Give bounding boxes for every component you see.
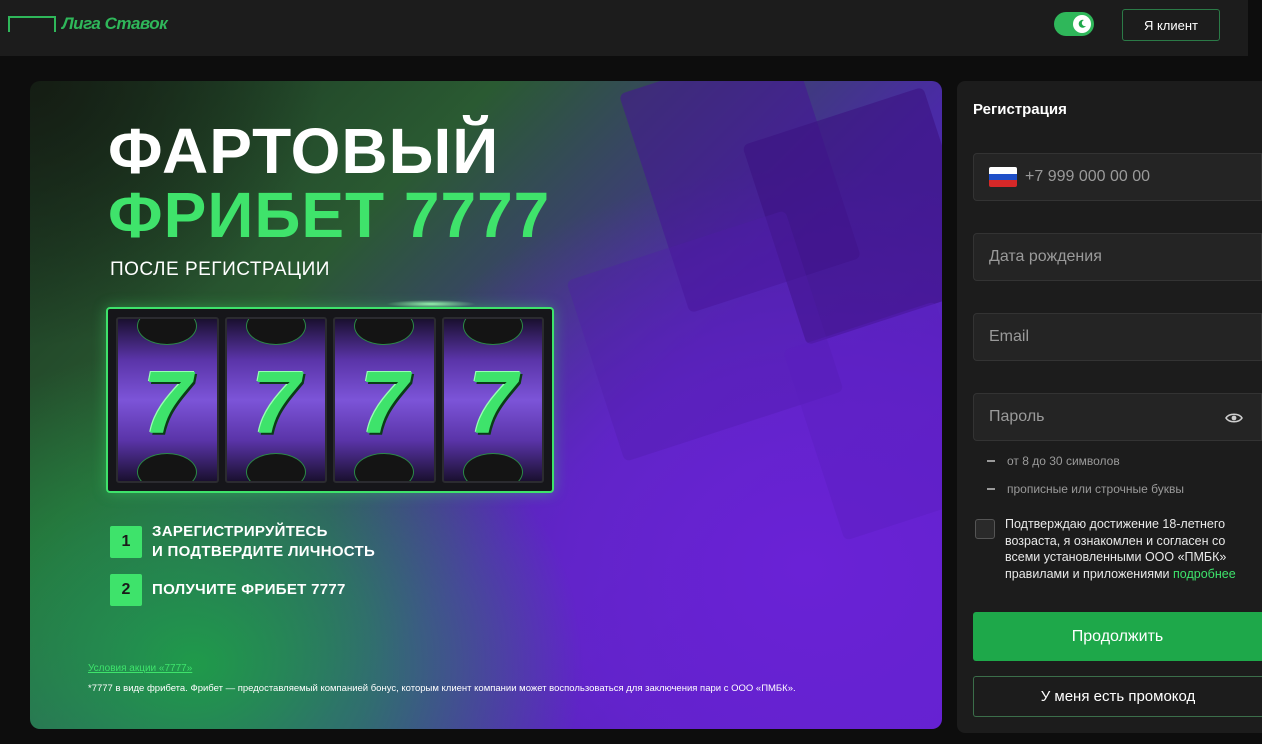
consent-checkbox[interactable] [975, 519, 995, 539]
slot-reel: 7 [333, 317, 436, 483]
reel-symbol: 7 [142, 353, 192, 452]
terms-link[interactable]: Условия акции «7777» [88, 663, 192, 674]
login-button[interactable]: Я клиент [1122, 9, 1220, 41]
step-number: 2 [110, 574, 142, 606]
moon-icon [1073, 15, 1091, 33]
ball-icon [137, 453, 198, 481]
reel-symbol: 7 [359, 353, 409, 452]
step-2: 2 ПОЛУЧИТЕ ФРИБЕТ 7777 [110, 574, 346, 606]
hint-text: прописные или строчные буквы [1007, 482, 1184, 496]
birthdate-placeholder: Дата рождения [989, 248, 1102, 265]
ball-icon [354, 453, 415, 481]
theme-toggle[interactable] [1054, 12, 1094, 36]
promo-code-button[interactable]: У меня есть промокод [973, 676, 1262, 717]
hint-text: от 8 до 30 символов [1007, 454, 1120, 468]
step-text-line: И ПОДТВЕРДИТЕ ЛИЧНОСТЬ [152, 543, 376, 560]
ball-icon [462, 319, 523, 345]
slot-reel: 7 [116, 317, 219, 483]
step-text-line: ЗАРЕГИСТРИРУЙТЕСЬ [152, 523, 328, 540]
promo-title-line1: ФАРТОВЫЙ [108, 115, 500, 187]
ball-icon [354, 319, 415, 345]
email-field[interactable]: Email [973, 313, 1262, 361]
dash-icon [987, 460, 995, 462]
consent-text: Подтверждаю достижение 18-летнего возрас… [1005, 516, 1255, 582]
ball-icon [245, 453, 306, 481]
logo[interactable]: Лига Ставок [8, 14, 168, 34]
step-1: 1 ЗАРЕГИСТРИРУЙТЕСЬ И ПОДТВЕРДИТЕ ЛИЧНОС… [110, 522, 375, 562]
logo-text: Лига Ставок [62, 14, 168, 33]
promo-title-line2: ФРИБЕТ 7777 [108, 179, 551, 251]
birthdate-field[interactable]: Дата рождения [973, 233, 1262, 281]
password-hint: от 8 до 30 символов [987, 454, 1120, 468]
step-text: ЗАРЕГИСТРИРУЙТЕСЬ И ПОДТВЕРДИТЕ ЛИЧНОСТЬ [152, 522, 375, 562]
registration-panel: Регистрация +7 999 000 00 00 Дата рожден… [957, 81, 1262, 733]
slot-machine: 7 7 7 7 [106, 307, 554, 493]
promo-subtitle: ПОСЛЕ РЕГИСТРАЦИИ [110, 259, 330, 280]
consent-more-link[interactable]: подробнее [1173, 567, 1236, 581]
top-bar: Лига Ставок Я клиент [0, 0, 1248, 56]
registration-title: Регистрация [973, 101, 1067, 118]
reel-symbol: 7 [468, 353, 518, 452]
ball-icon [245, 319, 306, 345]
logo-mark-icon [8, 16, 56, 32]
dash-icon [987, 488, 995, 490]
promo-banner: ФАРТОВЫЙ ФРИБЕТ 7777 ПОСЛЕ РЕГИСТРАЦИИ 7… [30, 81, 942, 729]
slot-reel: 7 [224, 317, 327, 483]
password-hint: прописные или строчные буквы [987, 482, 1184, 496]
phone-placeholder: +7 999 000 00 00 [1025, 168, 1151, 185]
step-text: ПОЛУЧИТЕ ФРИБЕТ 7777 [152, 581, 346, 598]
continue-button[interactable]: Продолжить [973, 612, 1262, 661]
russia-flag-icon[interactable] [989, 167, 1017, 187]
eye-icon[interactable] [1225, 409, 1243, 427]
ball-icon [462, 453, 523, 481]
reel-symbol: 7 [251, 353, 301, 452]
ball-icon [137, 319, 198, 345]
password-field[interactable]: Пароль [973, 393, 1262, 441]
phone-field[interactable]: +7 999 000 00 00 [973, 153, 1262, 201]
promo-footnote: *7777 в виде фрибета. Фрибет — предостав… [88, 683, 796, 694]
password-placeholder: Пароль [989, 408, 1045, 425]
slot-reel: 7 [441, 317, 544, 483]
email-placeholder: Email [989, 328, 1030, 345]
step-number: 1 [110, 526, 142, 558]
